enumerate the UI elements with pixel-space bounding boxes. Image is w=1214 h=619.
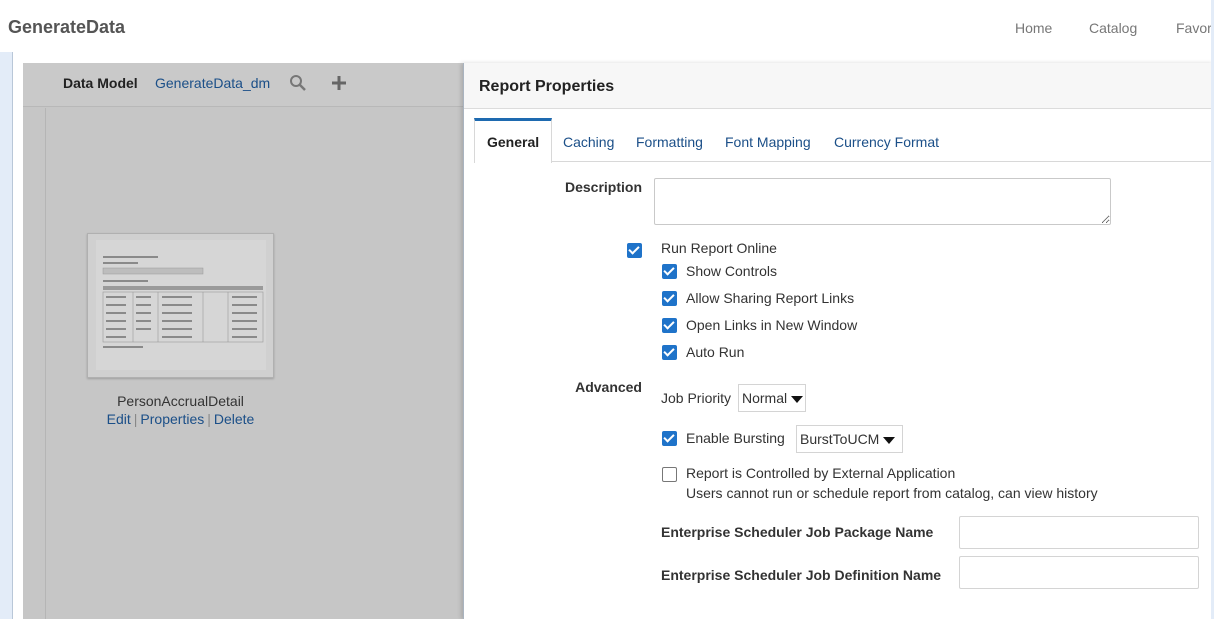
top-bar: GenerateData Home Catalog Favor bbox=[0, 0, 1214, 52]
tab-currency-format[interactable]: Currency Format bbox=[834, 118, 939, 162]
open-links-checkbox[interactable] bbox=[662, 318, 677, 333]
layout-thumbnail[interactable] bbox=[87, 233, 274, 378]
nav-catalog[interactable]: Catalog bbox=[1089, 20, 1137, 36]
run-report-online-checkbox[interactable] bbox=[627, 243, 642, 258]
dropdown-arrow-icon bbox=[791, 395, 804, 403]
allow-sharing-label: Allow Sharing Report Links bbox=[686, 290, 855, 306]
nav-favorites[interactable]: Favor bbox=[1176, 20, 1212, 36]
tab-bar: General Caching Formatting Font Mapping … bbox=[474, 118, 1214, 163]
data-model-label: Data Model bbox=[63, 75, 138, 91]
tab-font-mapping[interactable]: Font Mapping bbox=[725, 118, 811, 162]
data-model-link[interactable]: GenerateData_dm bbox=[155, 75, 270, 91]
edit-link[interactable]: Edit bbox=[107, 411, 131, 427]
show-controls-label: Show Controls bbox=[686, 263, 778, 279]
allow-sharing-checkbox[interactable] bbox=[662, 291, 677, 306]
report-preview-image bbox=[96, 240, 266, 370]
advanced-label: Advanced bbox=[575, 379, 642, 395]
job-priority-value: Normal bbox=[742, 390, 788, 406]
run-report-online-label: Run Report Online bbox=[661, 240, 777, 256]
app-title: GenerateData bbox=[8, 17, 126, 37]
ess-definition-input[interactable] bbox=[959, 556, 1199, 589]
separator: | bbox=[207, 411, 211, 427]
plus-icon[interactable] bbox=[330, 74, 348, 92]
auto-run-checkbox[interactable] bbox=[662, 345, 677, 360]
dropdown-arrow-icon bbox=[883, 436, 896, 444]
description-input[interactable] bbox=[654, 178, 1111, 225]
open-links-label: Open Links in New Window bbox=[686, 317, 858, 333]
description-label: Description bbox=[564, 179, 642, 195]
tab-caching[interactable]: Caching bbox=[563, 118, 614, 162]
ess-definition-label: Enterprise Scheduler Job Definition Name bbox=[661, 567, 942, 583]
layout-name: PersonAccrualDetail bbox=[117, 393, 244, 409]
separator: | bbox=[133, 411, 138, 427]
delete-link[interactable]: Delete bbox=[214, 411, 254, 427]
ess-package-input[interactable] bbox=[959, 516, 1199, 549]
show-controls-checkbox[interactable] bbox=[662, 264, 677, 279]
bursting-select[interactable]: BurstToUCM bbox=[796, 425, 903, 453]
external-app-checkbox[interactable] bbox=[662, 467, 677, 482]
properties-link[interactable]: Properties bbox=[140, 411, 204, 427]
job-priority-label: Job Priority bbox=[661, 390, 732, 406]
dialog-title: Report Properties bbox=[479, 78, 615, 95]
external-app-note: Users cannot run or schedule report from… bbox=[686, 485, 1098, 501]
layout-actions: Edit | Properties | Delete bbox=[87, 411, 274, 427]
nav-home[interactable]: Home bbox=[1015, 20, 1052, 36]
bursting-value: BurstToUCM bbox=[800, 431, 880, 447]
auto-run-label: Auto Run bbox=[686, 344, 745, 360]
enable-bursting-checkbox[interactable] bbox=[662, 431, 677, 446]
job-priority-select[interactable]: Normal bbox=[738, 384, 806, 412]
tab-formatting[interactable]: Formatting bbox=[636, 118, 703, 162]
external-app-label: Report is Controlled by External Applica… bbox=[686, 465, 956, 481]
dialog-header: Report Properties bbox=[464, 63, 1214, 109]
search-icon[interactable] bbox=[289, 74, 307, 92]
ess-package-label: Enterprise Scheduler Job Package Name bbox=[661, 524, 934, 540]
enable-bursting-label: Enable Bursting bbox=[686, 430, 785, 446]
report-properties-dialog: Report Properties General Caching Format… bbox=[463, 63, 1214, 619]
tab-general[interactable]: General bbox=[474, 118, 553, 163]
